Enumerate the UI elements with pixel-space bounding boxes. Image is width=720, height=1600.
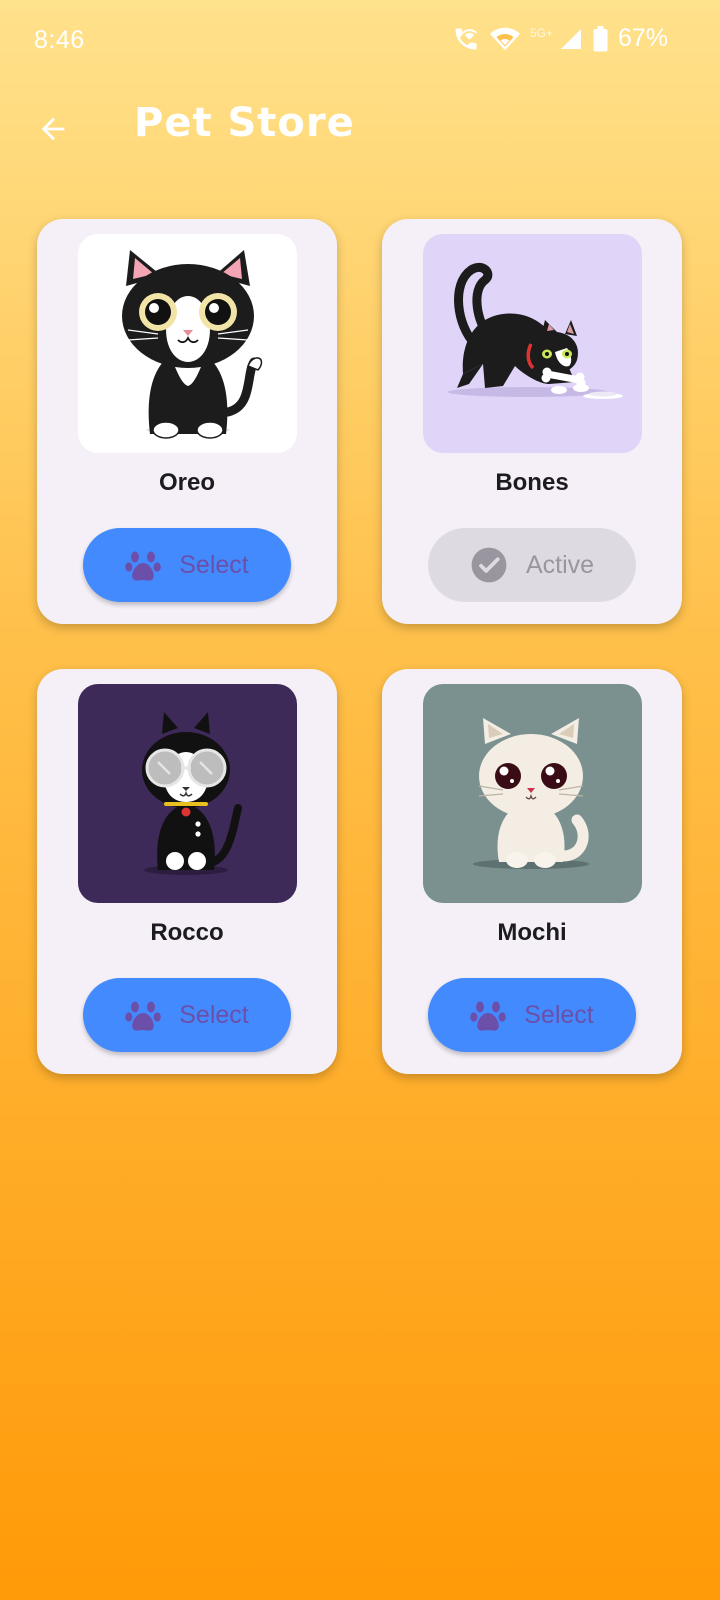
page-title: Pet Store <box>134 100 355 146</box>
button-label: Select <box>179 1000 249 1029</box>
pet-image-oreo <box>78 234 297 453</box>
button-label: Select <box>524 1000 594 1029</box>
battery-icon <box>593 25 608 52</box>
pet-image-mochi <box>423 684 642 903</box>
pet-name: Bones <box>495 469 569 496</box>
app-bar: Pet Store <box>0 96 720 166</box>
paw-icon <box>470 997 507 1033</box>
back-button[interactable] <box>28 104 78 154</box>
wifi-call-icon <box>452 25 480 53</box>
pet-image-rocco <box>78 684 297 903</box>
pet-card-oreo: Oreo Select <box>37 219 337 624</box>
status-icons: 5G+ 67% <box>452 24 668 53</box>
pet-name: Mochi <box>497 919 567 946</box>
pet-name: Oreo <box>158 469 215 496</box>
pet-name: Rocco <box>150 919 224 946</box>
pet-card-mochi: Mochi Select <box>382 669 682 1074</box>
battery-percent: 67% <box>617 24 668 52</box>
paw-icon <box>125 547 162 583</box>
pet-image-bones <box>423 234 642 453</box>
paw-icon <box>125 997 162 1033</box>
check-circle-icon <box>470 546 508 584</box>
status-bar: 8:46 5G+ 67% <box>0 0 720 84</box>
pet-card-rocco: Rocco Select <box>37 669 337 1074</box>
wifi-icon <box>489 26 520 52</box>
select-button-oreo[interactable]: Select <box>83 528 291 602</box>
select-button-rocco[interactable]: Select <box>83 978 291 1052</box>
select-button-mochi[interactable]: Select <box>428 978 636 1052</box>
arrow-back-icon <box>41 117 65 141</box>
pet-card-bones: Bones Active <box>382 219 682 624</box>
button-label: Select <box>179 550 249 579</box>
network-type: 5G+ <box>529 26 553 40</box>
status-time: 8:46 <box>34 26 85 54</box>
signal-icon <box>559 27 583 51</box>
button-label: Active <box>525 550 595 579</box>
active-button-bones[interactable]: Active <box>428 528 636 602</box>
